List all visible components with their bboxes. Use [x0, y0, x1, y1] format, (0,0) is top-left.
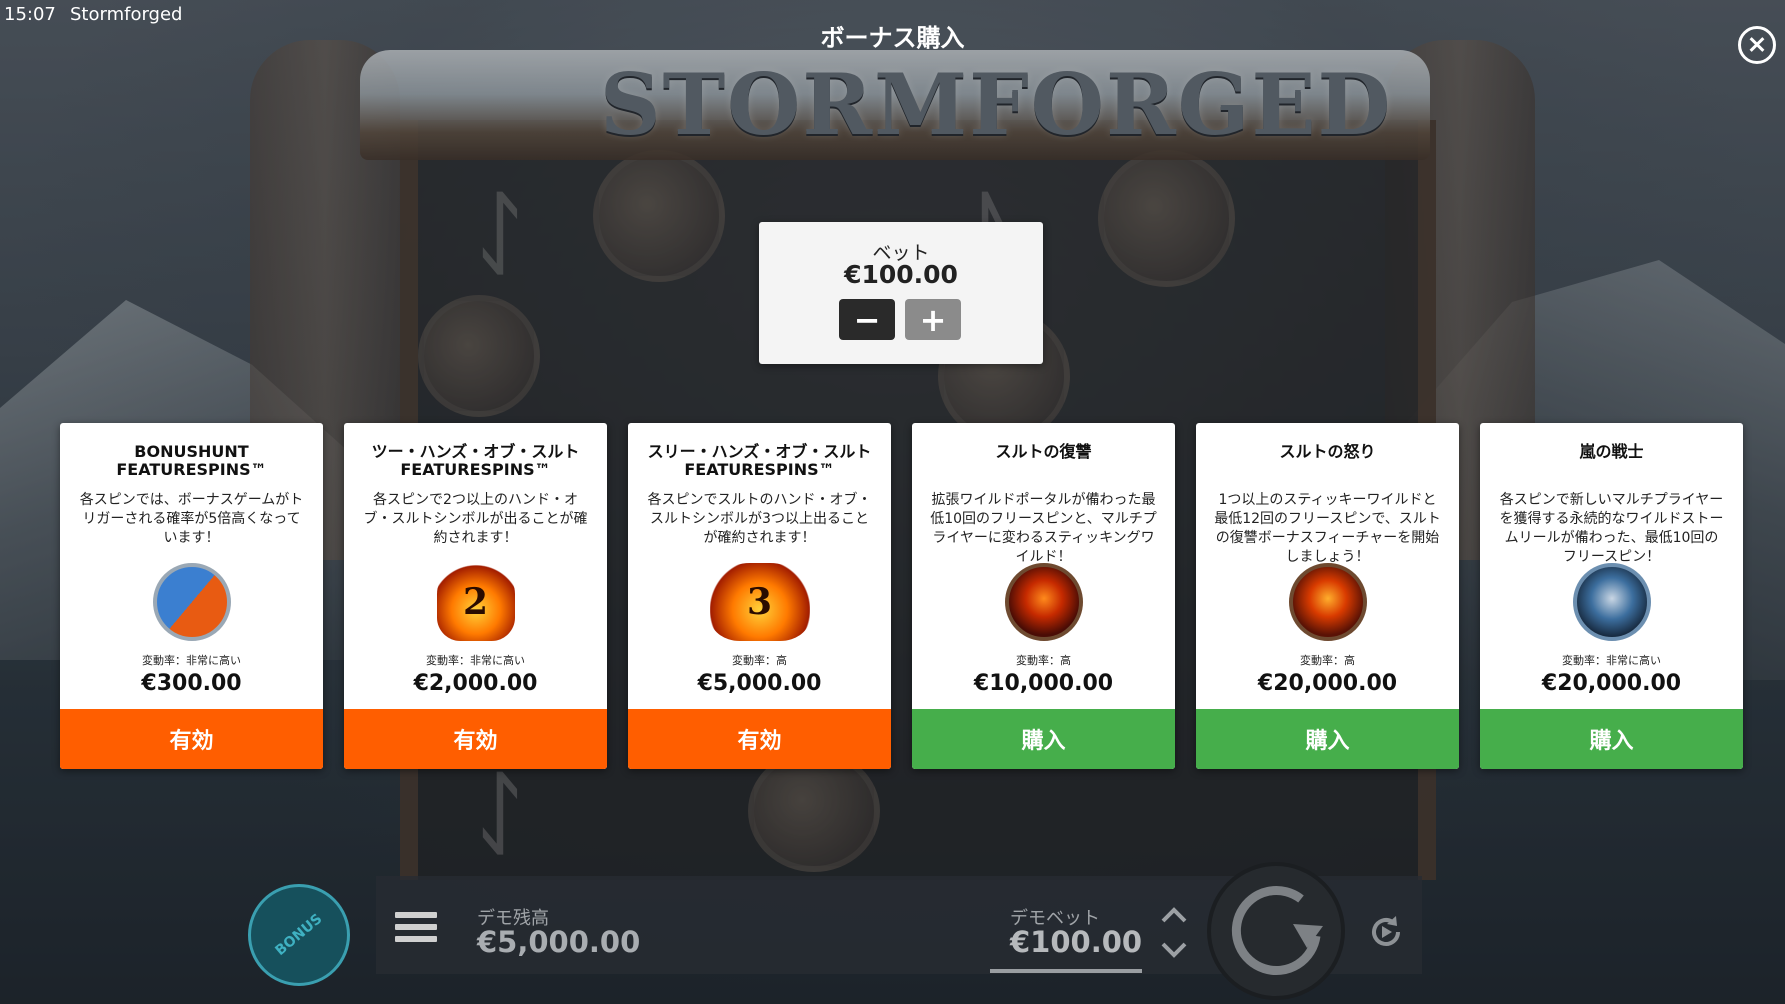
- activate-button[interactable]: 有効: [344, 709, 607, 769]
- menu-icon-bar: [395, 912, 437, 918]
- chevron-down-icon[interactable]: [1160, 940, 1188, 960]
- activate-button[interactable]: 有効: [60, 709, 323, 769]
- card-description: 各スピンで新しいマルチプライヤーを獲得する永続的なワイルドストームリールが備わっ…: [1499, 492, 1724, 565]
- card-title: スルトの怒り: [1279, 442, 1376, 461]
- bonus-button[interactable]: BONUS: [248, 884, 350, 986]
- modal-title: ボーナス購入: [820, 24, 965, 52]
- close-button[interactable]: [1738, 26, 1776, 64]
- card-volatility: 変動率：高: [1300, 654, 1355, 667]
- buy-button[interactable]: 購入: [1196, 709, 1459, 769]
- bet-value: €100.00: [844, 260, 958, 289]
- bonus-card-two-hands: ツー・ハンズ・オブ・スルトFEATURESPINS™ 各スピンで2つ以上のハンド…: [344, 423, 607, 769]
- bet-decrease-button[interactable]: −: [839, 299, 895, 340]
- card-price: €10,000.00: [973, 671, 1114, 696]
- spin-icon: [1231, 886, 1323, 976]
- bonus-card-bonushunt: BONUSHUNT FEATURESPINS™ 各スピンでは、ボーナスゲームがト…: [60, 423, 323, 769]
- bonushunt-icon: [152, 563, 231, 641]
- bet-increase-button[interactable]: +: [905, 299, 961, 340]
- chevron-up-icon[interactable]: [1160, 905, 1188, 925]
- card-volatility: 変動率：高: [1016, 654, 1071, 667]
- storm-warrior-icon: [1572, 563, 1651, 641]
- autoplay-icon[interactable]: [1366, 912, 1406, 952]
- card-description: 拡張ワイルドポータルが備わった最低10回のフリースピンと、マルチプライヤーに変わ…: [930, 492, 1157, 565]
- card-description: 各スピンでは、ボーナスゲームがトリガーされる確率が5倍高くなっています！: [79, 492, 304, 546]
- card-volatility: 変動率：非常に高い: [1562, 654, 1661, 667]
- menu-icon[interactable]: [395, 912, 437, 946]
- surt-revenge-icon: [1004, 563, 1083, 641]
- card-title: スリー・ハンズ・オブ・スルトFEATURESPINS™: [647, 442, 872, 479]
- card-volatility: 変動率：非常に高い: [426, 654, 525, 667]
- card-volatility: 変動率：非常に高い: [142, 654, 241, 667]
- surt-rage-icon: [1288, 563, 1367, 641]
- three-hands-icon: 3: [709, 563, 810, 641]
- card-price: €5,000.00: [697, 671, 822, 696]
- bonus-card-surt-rage: スルトの怒り 1つ以上のスティッキーワイルドと最低12回のフリースピンで、スルト…: [1196, 423, 1459, 769]
- bet-bar-value: €100.00: [1010, 925, 1143, 959]
- icon-number: 2: [462, 581, 489, 623]
- card-description: 1つ以上のスティッキーワイルドと最低12回のフリースピンで、スルトの復讐ボーナス…: [1214, 492, 1441, 565]
- bet-underline: [990, 969, 1142, 973]
- card-price: €2,000.00: [413, 671, 538, 696]
- balance-value: €5,000.00: [477, 925, 641, 959]
- bonus-card-surt-revenge: スルトの復讐 拡張ワイルドポータルが備わった最低10回のフリースピンと、マルチプ…: [912, 423, 1175, 769]
- buy-button[interactable]: 購入: [1480, 709, 1743, 769]
- bonus-card-storm-warrior: 嵐の戦士 各スピンで新しいマルチプライヤーを獲得する永続的なワイルドストームリー…: [1480, 423, 1743, 769]
- card-title: ツー・ハンズ・オブ・スルトFEATURESPINS™: [371, 442, 580, 479]
- card-description: 各スピンでスルトのハンド・オブ・スルトシンボルが3つ以上出ることが確約されます！: [647, 492, 872, 546]
- bonus-label: BONUS: [272, 910, 326, 960]
- activate-button[interactable]: 有効: [628, 709, 891, 769]
- icon-number: 3: [746, 581, 773, 623]
- card-description: 各スピンで2つ以上のハンド・オブ・スルトシンボルが出ることが確約されます！: [363, 492, 588, 546]
- card-title: BONUSHUNT FEATURESPINS™: [116, 442, 267, 479]
- menu-icon-bar: [395, 936, 437, 942]
- two-hands-icon: 2: [436, 563, 515, 641]
- card-volatility: 変動率：高: [732, 654, 787, 667]
- buy-button[interactable]: 購入: [912, 709, 1175, 769]
- card-price: €20,000.00: [1541, 671, 1682, 696]
- spin-button[interactable]: [1207, 862, 1345, 1000]
- card-price: €300.00: [141, 671, 242, 696]
- menu-icon-bar: [395, 924, 437, 930]
- card-title: スルトの復讐: [995, 442, 1092, 461]
- bonus-card-three-hands: スリー・ハンズ・オブ・スルトFEATURESPINS™ 各スピンでスルトのハンド…: [628, 423, 891, 769]
- card-title: 嵐の戦士: [1579, 442, 1644, 461]
- bet-selector-panel: ベット €100.00 − +: [759, 222, 1043, 364]
- card-price: €20,000.00: [1257, 671, 1398, 696]
